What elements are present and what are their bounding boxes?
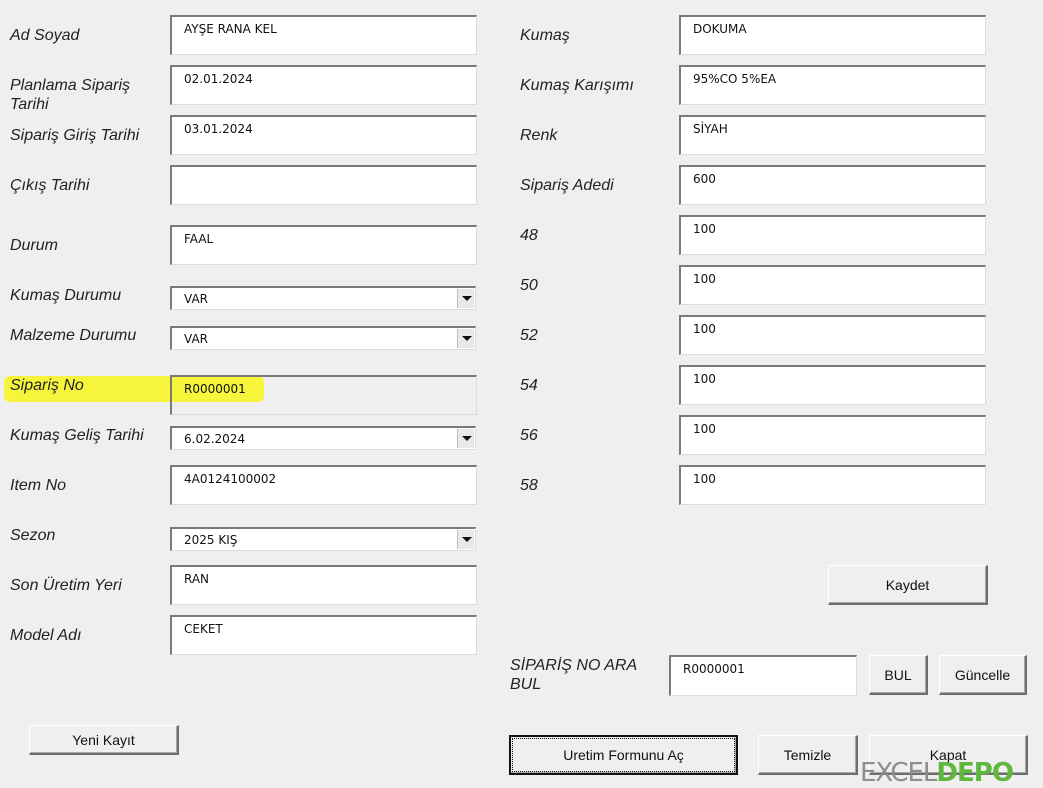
son-uretim-yeri-label: Son Üretim Yeri [10,577,122,594]
size-58-label: 58 [520,477,538,494]
size-56-label: 56 [520,427,538,444]
malzeme-durumu-value: VAR [184,332,208,346]
dropdown-arrow-icon[interactable] [457,530,474,549]
size-52-label: 52 [520,327,538,344]
cikis-tarihi-label: Çıkış Tarihi [10,177,90,194]
kumas-durumu-value: VAR [184,292,208,306]
guncelle-button[interactable]: Güncelle [939,655,1027,695]
siparis-adedi-label: Sipariş Adedi [520,177,614,194]
kumas-durumu-label: Kumaş Durumu [10,287,122,304]
size-50-input[interactable]: 100 [679,265,986,305]
size-50-label: 50 [520,277,538,294]
ad-soyad-input[interactable]: AYŞE RANA KEL [170,15,477,55]
size-48-input[interactable]: 100 [679,215,986,255]
kumas-input[interactable]: DOKUMA [679,15,986,55]
cikis-tarihi-input[interactable] [170,165,477,205]
sezon-dropdown[interactable]: 2025 KIŞ [170,527,476,551]
kumas-gelis-tarihi-value: 6.02.2024 [184,432,246,446]
planlama-siparis-tarihi-label: Planlama Sipariş Tarihi [10,77,131,113]
yeni-kayit-button[interactable]: Yeni Kayıt [29,725,179,755]
malzeme-durumu-dropdown[interactable]: VAR [170,326,476,350]
size-54-label: 54 [520,377,538,394]
durum-label: Durum [10,237,59,254]
kumas-durumu-dropdown[interactable]: VAR [170,286,476,310]
siparis-no-ara-bul-label: SİPARİŞ NO ARA BUL [510,657,637,693]
kumas-gelis-tarihi-label: Kumaş Geliş Tarihi [10,427,144,444]
size-48-label: 48 [520,227,538,244]
size-54-input[interactable]: 100 [679,365,986,405]
siparis-no-label: Sipariş No [10,377,84,394]
model-adi-label: Model Adı [10,627,82,644]
size-56-input[interactable]: 100 [679,415,986,455]
siparis-adedi-input[interactable]: 600 [679,165,986,205]
sezon-value: 2025 KIŞ [184,533,238,547]
durum-input[interactable]: FAAL [170,225,477,265]
planlama-siparis-tarihi-input[interactable]: 02.01.2024 [170,65,477,105]
kumas-karisimi-label: Kumaş Karışımı [520,77,634,94]
sezon-label: Sezon [10,527,56,544]
son-uretim-yeri-input[interactable]: RAN [170,565,477,605]
malzeme-durumu-label: Malzeme Durumu [10,327,137,344]
size-52-input[interactable]: 100 [679,315,986,355]
temizle-button[interactable]: Temizle [758,735,858,775]
model-adi-input[interactable]: CEKET [170,615,477,655]
dropdown-arrow-icon[interactable] [457,429,474,448]
renk-label: Renk [520,127,558,144]
ad-soyad-label: Ad Soyad [10,27,80,44]
dropdown-arrow-icon[interactable] [457,329,474,348]
uretim-formunu-ac-button[interactable]: Uretim Formunu Aç [509,735,738,775]
item-no-input[interactable]: 4A0124100002 [170,465,477,505]
siparis-no-input[interactable]: R0000001 [170,375,477,415]
kaydet-button[interactable]: Kaydet [828,565,988,605]
kumas-label: Kumaş [520,27,570,44]
siparis-no-search-input[interactable]: R0000001 [669,655,857,696]
siparis-giris-tarihi-label: Sipariş Giriş Tarihi [10,127,140,144]
item-no-label: Item No [10,477,67,494]
size-58-input[interactable]: 100 [679,465,986,505]
bul-button[interactable]: BUL [869,655,928,695]
excel-depo-watermark-logo: EXCELDEPO [860,758,1014,788]
renk-input[interactable]: SİYAH [679,115,986,155]
dropdown-arrow-icon[interactable] [457,289,474,308]
siparis-giris-tarihi-input[interactable]: 03.01.2024 [170,115,477,155]
kumas-gelis-tarihi-dropdown[interactable]: 6.02.2024 [170,426,476,450]
kumas-karisimi-input[interactable]: 95%CO 5%EA [679,65,986,105]
